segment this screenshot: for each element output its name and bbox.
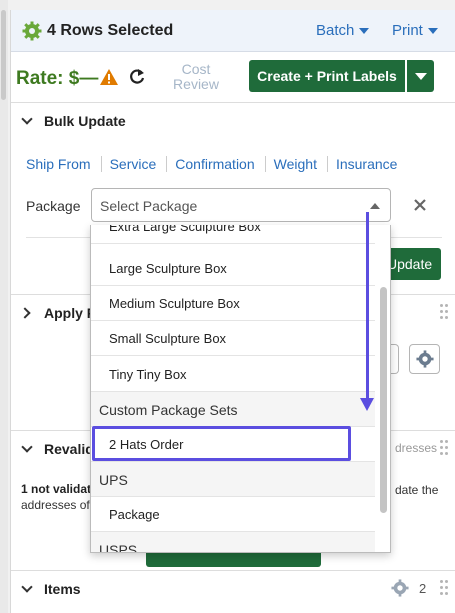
option-large-sculpture-box[interactable]: Large Sculpture Box xyxy=(91,251,375,286)
dropdown-scrollbar-thumb[interactable] xyxy=(380,287,387,513)
panel-header: 4 Rows Selected Batch Print xyxy=(11,10,455,52)
cost-review-link[interactable]: Cost Review xyxy=(166,62,226,92)
gear-icon[interactable] xyxy=(391,579,409,597)
revalidate-instructions-line1: date the xyxy=(395,483,439,497)
revalidate-title: Revalid xyxy=(44,441,94,457)
print-label: Print xyxy=(392,22,423,39)
create-print-labels-button[interactable]: Create + Print Labels xyxy=(249,60,405,92)
items-count: 2 xyxy=(419,581,427,596)
print-menu-button[interactable]: Print xyxy=(392,22,438,39)
chevron-down-icon xyxy=(359,28,370,35)
rate-label: Rate: $— xyxy=(16,68,99,89)
option-small-sculpture-box[interactable]: Small Sculpture Box xyxy=(91,321,375,356)
chevron-right-icon xyxy=(19,307,31,319)
preset-settings-button[interactable] xyxy=(409,344,440,374)
chevron-down-icon xyxy=(21,581,33,593)
tab-confirmation[interactable]: Confirmation xyxy=(175,156,266,172)
not-validated-count: 1 not validate xyxy=(21,482,98,496)
items-title: Items xyxy=(44,581,81,597)
page-scrollbar[interactable] xyxy=(0,0,8,613)
rows-selected-title: 4 Rows Selected xyxy=(47,22,174,39)
items-header[interactable]: Items 2 xyxy=(11,570,455,604)
drag-handle-icon[interactable] xyxy=(440,580,448,596)
apply-preset-title: Apply P xyxy=(44,305,97,321)
package-label: Package xyxy=(26,198,81,214)
gear-icon xyxy=(415,350,434,368)
validate-button[interactable] xyxy=(146,551,321,567)
group-usps: USPS xyxy=(91,532,375,552)
tab-ship-from[interactable]: Ship From xyxy=(26,156,102,172)
drag-handle-icon[interactable] xyxy=(440,440,448,456)
tab-service[interactable]: Service xyxy=(110,156,168,172)
create-options-dropdown-button[interactable] xyxy=(406,60,434,92)
package-dropdown-menu: Extra Large Sculpture Box Large Sculptur… xyxy=(90,225,391,553)
option-tiny-tiny-box[interactable]: Tiny Tiny Box xyxy=(91,357,375,392)
page-scrollbar-thumb[interactable] xyxy=(1,10,6,100)
not-validated-text: addresses of xyxy=(21,498,90,512)
annotation-arrow-head xyxy=(360,398,374,411)
bulk-update-header[interactable]: Bulk Update xyxy=(11,102,455,136)
group-custom-package-sets: Custom Package Sets xyxy=(91,392,375,427)
tab-insurance[interactable]: Insurance xyxy=(336,156,407,172)
option-ups-package[interactable]: Package xyxy=(91,497,375,532)
bulk-update-title: Bulk Update xyxy=(44,113,126,129)
batch-menu-button[interactable]: Batch xyxy=(316,22,370,39)
package-select-value: Select Package xyxy=(100,198,198,214)
revalidate-instructions: date theaddresses xyxy=(395,482,450,514)
annotation-arrow xyxy=(366,212,369,402)
batch-label: Batch xyxy=(316,22,355,39)
refresh-icon[interactable] xyxy=(128,66,146,86)
drag-handle-icon[interactable] xyxy=(440,304,448,320)
revalidate-header-text: dresses xyxy=(395,441,438,455)
chevron-down-icon xyxy=(427,28,438,35)
tab-weight[interactable]: Weight xyxy=(274,156,328,172)
chevron-down-icon xyxy=(21,441,33,453)
chevron-up-icon xyxy=(370,203,380,209)
package-select[interactable]: Select Package xyxy=(91,188,391,222)
chevron-down-icon xyxy=(21,113,33,125)
close-icon[interactable] xyxy=(413,198,427,212)
warning-icon xyxy=(100,69,118,85)
gear-icon xyxy=(22,21,42,41)
selection-highlight-box xyxy=(92,426,351,461)
bulk-update-tabs: Ship From Service Confirmation Weight In… xyxy=(26,156,415,172)
option-medium-sculpture-box[interactable]: Medium Sculpture Box xyxy=(91,286,375,321)
group-ups: UPS xyxy=(91,462,375,497)
option-extra-large-sculpture-box[interactable]: Extra Large Sculpture Box xyxy=(91,225,375,244)
